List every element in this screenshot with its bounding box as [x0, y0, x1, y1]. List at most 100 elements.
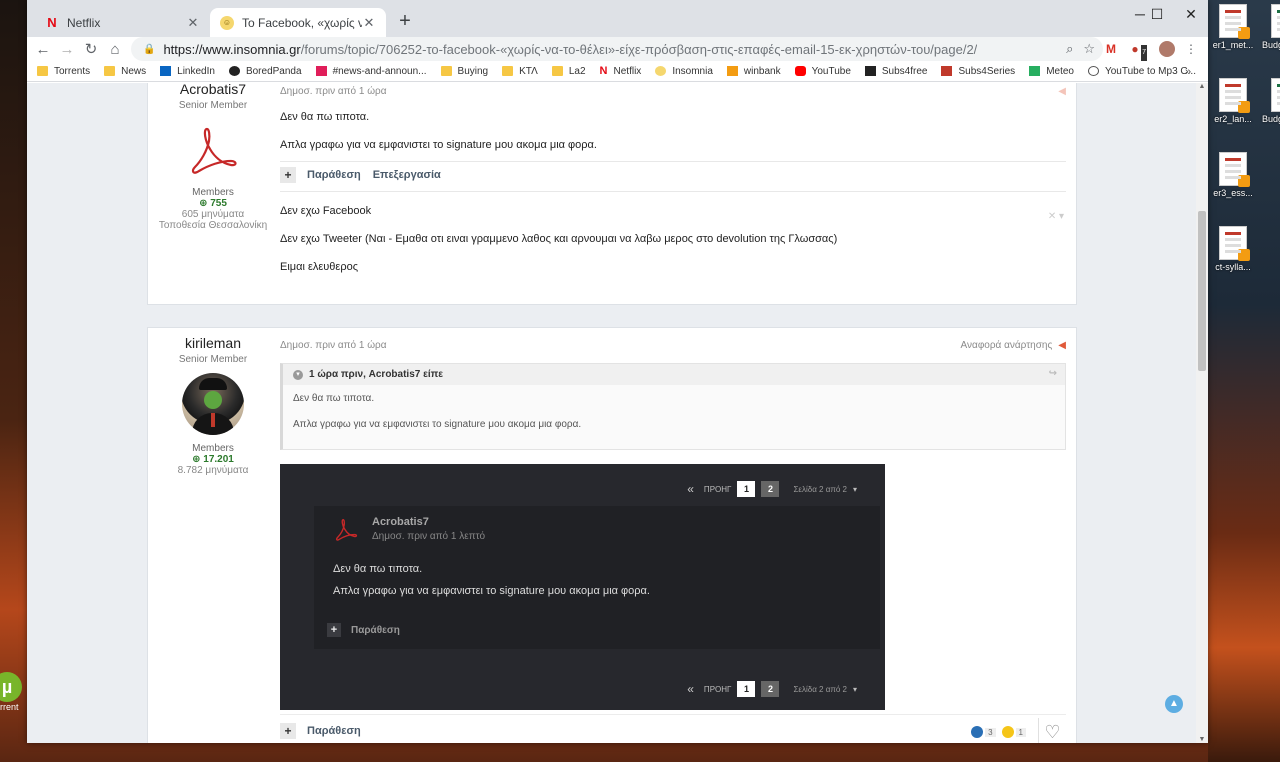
author-username[interactable]: Acrobatis7	[148, 83, 278, 97]
quote-button[interactable]: Παράθεση	[307, 169, 361, 181]
bookmark-item[interactable]: Buying	[440, 66, 488, 77]
post-actions: + Παράθεση	[280, 714, 1066, 739]
author-rank: Senior Member	[178, 100, 248, 111]
screenshot-pagination-top: «ΠΡΟΗΓ 1 2 Σελίδα 2 από 2 ▾	[687, 481, 857, 497]
search-icon[interactable]: ⌕	[1066, 41, 1073, 57]
wb-icon	[726, 66, 738, 76]
bookmark-item[interactable]: Meteo	[1029, 66, 1074, 77]
bookmark-item[interactable]: winbank	[726, 66, 781, 77]
folder-icon	[551, 66, 563, 76]
folder-icon	[502, 66, 514, 76]
bookmark-item[interactable]: ΚΤΛ	[502, 66, 538, 77]
profile-avatar-icon[interactable]	[1159, 41, 1175, 57]
insomnia-favicon-icon: ☺	[220, 15, 234, 30]
post-actions: + Παράθεση Επεξεργασία	[280, 167, 1066, 183]
maximize-button[interactable]: ☐	[1140, 0, 1174, 30]
bp-icon	[228, 66, 240, 76]
react-heart-button[interactable]: ♡	[1038, 718, 1066, 743]
post-date: Δημοσ. πριν από 1 ώρα	[280, 340, 387, 351]
edit-button[interactable]: Επεξεργασία	[373, 169, 441, 181]
bookmark-star-icon[interactable]: ☆	[1083, 41, 1095, 57]
home-button[interactable]: ⌂	[103, 41, 127, 58]
close-tab-icon[interactable]: ✕	[186, 15, 200, 31]
bookmark-item[interactable]: Insomnia	[655, 66, 713, 77]
bookmark-item[interactable]: News	[104, 66, 146, 77]
tab-insomnia[interactable]: ☺ Το Facebook, «χωρίς να το θέλει»-είχε …	[210, 8, 386, 37]
bookmark-item[interactable]: La2	[551, 66, 586, 77]
page-scrollbar[interactable]: ▲ ▼	[1196, 83, 1208, 743]
desktop-file-icon[interactable]: er3_ess...	[1198, 152, 1268, 198]
desktop-spreadsheet-icon[interactable]: Budg Simpl	[1250, 4, 1280, 50]
embedded-screenshot: «ΠΡΟΗΓ 1 2 Σελίδα 2 από 2 ▾ Acrobatis7 Δη…	[280, 464, 885, 710]
desktop-utorrent-shortcut[interactable]: µ rrent	[0, 672, 26, 732]
folder-icon	[104, 66, 116, 76]
screenshot-pagination-bottom: «ΠΡΟΗΓ 1 2 Σελίδα 2 από 2 ▾	[687, 681, 857, 697]
avatar[interactable]	[182, 373, 244, 435]
new-tab-button[interactable]: +	[393, 10, 417, 33]
forward-button[interactable]: →	[55, 41, 79, 58]
utorrent-icon: µ	[0, 672, 22, 702]
folder-icon	[37, 66, 48, 76]
s4-icon	[941, 66, 953, 76]
browser-window: N Netflix ✕ ☺ Το Facebook, «χωρίς να το …	[27, 0, 1208, 743]
menu-kebab-icon[interactable]: ⋮	[1183, 41, 1199, 57]
quote-collapse-icon[interactable]: ▾	[293, 369, 303, 380]
scrollbar-thumb[interactable]	[1198, 211, 1206, 371]
share-icon[interactable]: ◀	[1058, 86, 1066, 97]
close-tab-icon[interactable]: ✕	[362, 15, 376, 31]
post-content: Δημοσ. πριν από 1 ώρα Αναφορά ανάρτησης …	[280, 328, 1066, 743]
tab-strip: N Netflix ✕ ☺ Το Facebook, «χωρίς να το …	[27, 0, 1208, 37]
bookmark-item[interactable]: Subs4free	[864, 66, 927, 77]
bookmark-item[interactable]: YouTube	[794, 66, 851, 77]
reactions-bar: 3 1 ♡	[971, 718, 1066, 743]
haha-reaction[interactable]: 1	[1001, 726, 1026, 738]
like-reaction[interactable]: 3	[971, 726, 996, 738]
post-date: Δημοσ. πριν από 1 ώρα	[280, 86, 387, 97]
share-icon[interactable]: ◀	[1058, 340, 1066, 351]
back-button[interactable]: ←	[31, 41, 55, 58]
met-icon	[1029, 66, 1041, 76]
multiquote-button[interactable]: +	[280, 167, 296, 183]
desktop-spreadsheet-icon[interactable]: Budg Simpl	[1250, 78, 1280, 124]
author-rank: Senior Member	[178, 354, 248, 365]
bookmark-item[interactable]: #news-and-announ...	[315, 66, 427, 77]
signature-line: Δεν εχω Tweeter (Ναι - Εμαθα οτι ειναι γ…	[280, 233, 838, 245]
post-author-panel: kirileman Senior Member Members ⊕ 17.201…	[148, 328, 278, 476]
tab-netflix[interactable]: N Netflix ✕	[35, 8, 210, 37]
hide-signature-icon[interactable]: ✕ ▾	[1048, 211, 1064, 222]
forum-post: kirileman Senior Member Members ⊕ 17.201…	[147, 327, 1077, 743]
bookmark-item[interactable]: Torrents	[37, 66, 90, 77]
lock-icon: 🔒	[143, 43, 156, 55]
linkedin-icon	[160, 66, 172, 76]
acrobat-avatar-icon[interactable]	[183, 121, 243, 177]
nf-icon: N	[599, 65, 608, 77]
page-viewport: Acrobatis7 Senior Member Members ⊕ 755 6…	[27, 83, 1196, 743]
sub-icon	[864, 66, 876, 76]
bookmark-item[interactable]: Subs4Series	[941, 66, 1015, 77]
bookmarks-bar: Torrents News LinkedIn BoredPanda #news-and-…	[27, 61, 1208, 82]
close-window-button[interactable]: ✕	[1174, 0, 1208, 30]
acrobat-avatar-icon	[335, 519, 358, 541]
report-post-link[interactable]: Αναφορά ανάρτησης	[961, 340, 1053, 351]
haha-icon	[1001, 726, 1014, 738]
quote-button[interactable]: Παράθεση	[307, 725, 361, 737]
address-bar[interactable]: 🔒 https://www.insomnia.gr/forums/topic/7…	[131, 37, 1103, 61]
desktop-file-icon[interactable]: ct-sylla...	[1198, 226, 1268, 272]
bookmarks-overflow-icon[interactable]: »	[1185, 66, 1194, 78]
multiquote-button[interactable]: +	[280, 723, 296, 739]
bookmark-item[interactable]: N Netflix	[600, 66, 642, 77]
go-to-quoted-icon[interactable]: ↪	[1049, 368, 1057, 379]
like-icon	[971, 726, 984, 738]
bookmark-item[interactable]: YouTube to Mp3 C...	[1087, 66, 1196, 77]
extension-icon[interactable]: ● 7	[1127, 41, 1147, 61]
gmail-icon[interactable]: M	[1103, 41, 1119, 57]
bookmark-item[interactable]: BoredPanda	[228, 66, 302, 77]
author-username[interactable]: kirileman	[148, 335, 278, 351]
forum-post: Acrobatis7 Senior Member Members ⊕ 755 6…	[147, 83, 1077, 305]
bookmark-item[interactable]: LinkedIn	[160, 66, 215, 77]
scroll-to-top-button[interactable]: ▲	[1165, 695, 1183, 713]
reload-button[interactable]: ↻	[79, 40, 103, 58]
netflix-favicon-icon: N	[47, 15, 57, 30]
reputation-badge: ⊕ 17.201	[192, 454, 234, 465]
folder-icon	[440, 66, 452, 76]
